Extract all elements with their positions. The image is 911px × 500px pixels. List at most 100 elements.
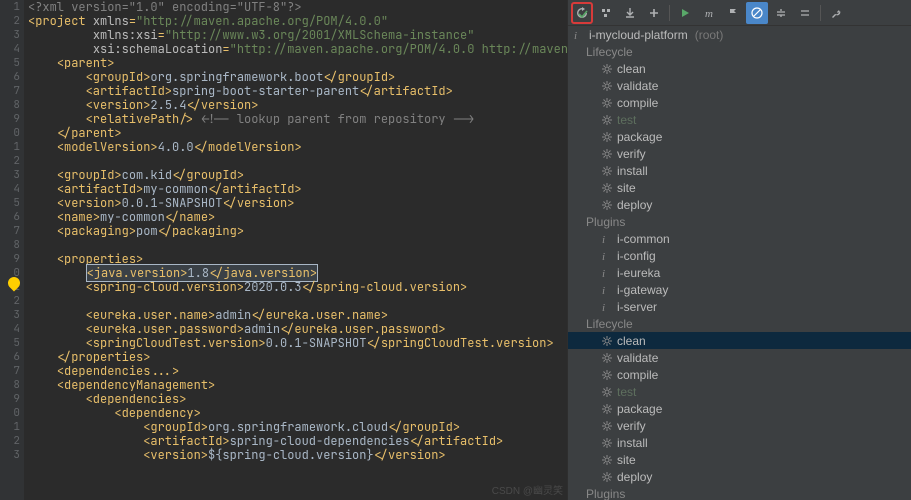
run-icon[interactable] xyxy=(674,2,696,24)
tree-label: i-eureka xyxy=(617,266,660,280)
gear-icon xyxy=(600,79,613,92)
goal-test-2[interactable]: test xyxy=(568,383,911,400)
tree-suffix: (root) xyxy=(695,28,724,42)
tree-label: i-mycloud-platform xyxy=(589,28,688,42)
module-icon: i xyxy=(600,300,613,313)
goal-package-2[interactable]: package xyxy=(568,400,911,417)
lifecycle-header: Lifecycle xyxy=(568,43,911,60)
gear-icon xyxy=(600,147,613,160)
download-icon[interactable] xyxy=(619,2,641,24)
module-common[interactable]: ii-common xyxy=(568,230,911,247)
goal-install[interactable]: install xyxy=(568,162,911,179)
tree-label: Plugins xyxy=(586,215,625,229)
maven-tree[interactable]: ii-mycloud-platform (root)Lifecycleclean… xyxy=(568,26,911,500)
gutter: 123456789012345678901234567890123 xyxy=(0,0,24,500)
tree-label: test xyxy=(617,113,636,127)
tree-label: deploy xyxy=(617,470,652,484)
module-server[interactable]: i i-server xyxy=(568,298,911,315)
tree-label: i-config xyxy=(617,249,656,263)
gear-icon xyxy=(600,368,613,381)
svg-text:i: i xyxy=(602,285,605,296)
module-eureka[interactable]: i i-eureka xyxy=(568,264,911,281)
gear-icon xyxy=(600,164,613,177)
gear-icon xyxy=(600,113,613,126)
gear-icon xyxy=(600,96,613,109)
tree-label: verify xyxy=(617,419,646,433)
tree-label: test xyxy=(617,385,636,399)
collapse-icon[interactable] xyxy=(770,2,792,24)
goal-validate-2[interactable]: validate xyxy=(568,349,911,366)
module-icon: i xyxy=(600,232,613,245)
tree-label: validate xyxy=(617,351,658,365)
module-config[interactable]: i i-config xyxy=(568,247,911,264)
goal-verify-2[interactable]: verify xyxy=(568,417,911,434)
goal-deploy-2[interactable]: deploy xyxy=(568,468,911,485)
tree-label: Plugins xyxy=(586,487,625,500)
gear-icon xyxy=(600,436,613,449)
gear-icon xyxy=(600,419,613,432)
tree-label: clean xyxy=(617,62,646,76)
maven-panel: m ii-mycloud-platform (root)Lifecyclecle… xyxy=(567,0,911,500)
tree-label: validate xyxy=(617,79,658,93)
svg-text:i: i xyxy=(602,302,605,313)
goal-install-2[interactable]: install xyxy=(568,434,911,451)
watermark: CSDN @幽灵笑 xyxy=(492,482,563,497)
toggle-offline-icon[interactable] xyxy=(722,2,744,24)
goal-package[interactable]: package xyxy=(568,128,911,145)
lifecycle-header-2: Lifecycle xyxy=(568,315,911,332)
expand-icon[interactable] xyxy=(794,2,816,24)
maven-toolbar: m xyxy=(568,0,911,26)
tree-label: install xyxy=(617,164,648,178)
root-project[interactable]: i i-mycloud-platform (root) xyxy=(568,26,911,43)
tree-label: Lifecycle xyxy=(586,317,633,331)
m-icon[interactable]: m xyxy=(698,2,720,24)
module-icon: i xyxy=(600,283,613,296)
gear-icon xyxy=(600,334,613,347)
tree-label: i-server xyxy=(617,300,657,314)
gear-icon xyxy=(600,351,613,364)
gear-icon xyxy=(600,385,613,398)
svg-text:m: m xyxy=(705,8,713,19)
goal-verify[interactable]: verify xyxy=(568,145,911,162)
gear-icon xyxy=(600,198,613,211)
module-icon: i xyxy=(600,249,613,262)
module-gateway[interactable]: i i-gateway xyxy=(568,281,911,298)
add-icon[interactable] xyxy=(643,2,665,24)
goal-validate[interactable]: validate xyxy=(568,77,911,94)
skip-tests-icon[interactable] xyxy=(746,2,768,24)
tree-label: install xyxy=(617,436,648,450)
gear-icon xyxy=(600,470,613,483)
svg-text:i: i xyxy=(602,234,605,245)
tree-label: site xyxy=(617,453,636,467)
tree-label: i-gateway xyxy=(617,283,668,297)
settings-icon[interactable] xyxy=(825,2,847,24)
gear-icon xyxy=(600,402,613,415)
goal-compile[interactable]: compile xyxy=(568,94,911,111)
module-icon: i xyxy=(572,28,585,41)
svg-text:i: i xyxy=(602,268,605,279)
plugins-header: Plugins xyxy=(568,213,911,230)
tree-label: deploy xyxy=(617,198,652,212)
tree-label: package xyxy=(617,402,662,416)
gear-icon xyxy=(600,130,613,143)
tree-label: package xyxy=(617,130,662,144)
tree-label: compile xyxy=(617,368,658,382)
generate-sources-icon[interactable] xyxy=(595,2,617,24)
goal-site[interactable]: site xyxy=(568,179,911,196)
code-content[interactable]: <?xml version="1.0" encoding="UTF-8"?><p… xyxy=(24,0,567,500)
goal-clean[interactable]: clean xyxy=(568,60,911,77)
goal-clean-2[interactable]: clean xyxy=(568,332,911,349)
code-editor[interactable]: 123456789012345678901234567890123 <?xml … xyxy=(0,0,567,500)
tree-label: site xyxy=(617,181,636,195)
tree-label: compile xyxy=(617,96,658,110)
module-icon: i xyxy=(600,266,613,279)
svg-text:i: i xyxy=(602,251,605,262)
goal-deploy[interactable]: deploy xyxy=(568,196,911,213)
goal-site-2[interactable]: site xyxy=(568,451,911,468)
gear-icon xyxy=(600,62,613,75)
tree-label: verify xyxy=(617,147,646,161)
goal-compile-2[interactable]: compile xyxy=(568,366,911,383)
tree-label: clean xyxy=(617,334,646,348)
status-ok-icon xyxy=(572,3,594,25)
goal-test[interactable]: test xyxy=(568,111,911,128)
